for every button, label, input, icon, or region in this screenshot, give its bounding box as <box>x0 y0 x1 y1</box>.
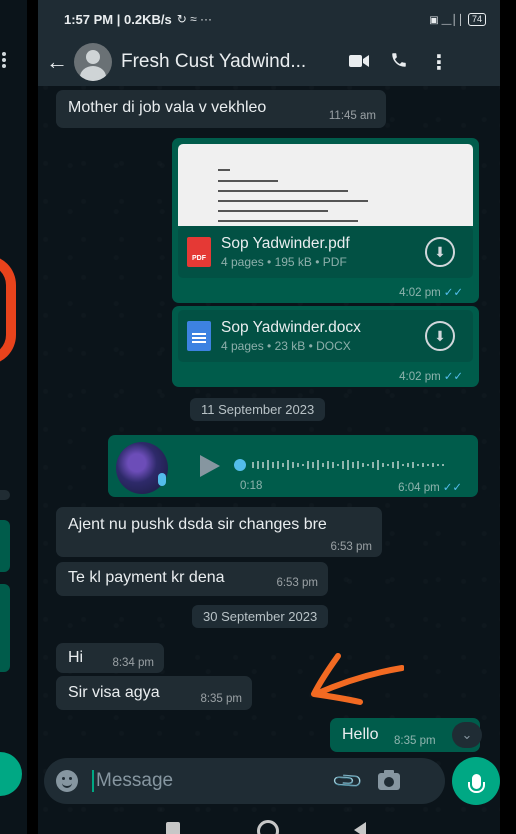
partial-bubble <box>0 490 10 500</box>
chat-header: ← Fresh Cust Yadwind... ⋮ <box>38 38 500 86</box>
scroll-to-bottom-button[interactable]: ⌄ <box>452 722 482 748</box>
message-text: Te kl payment kr dena <box>68 569 225 586</box>
message-text: Sir visa agya <box>68 684 160 701</box>
contact-avatar[interactable] <box>74 43 112 81</box>
paperclip-icon[interactable]: 📎 <box>324 757 373 806</box>
document-name: Sop Yadwinder.docx <box>221 319 361 336</box>
more-vertical-icon <box>2 52 8 68</box>
system-navigation-bar <box>38 812 500 834</box>
message-time: 11:45 am <box>328 110 376 122</box>
message-outgoing-document[interactable]: Sop Yadwinder.docx 4 pages • 23 kB • DOC… <box>172 306 479 387</box>
arrow-left-icon[interactable]: ← <box>46 49 72 75</box>
back-triangle-icon[interactable] <box>354 822 366 834</box>
playback-scrubber[interactable] <box>234 459 246 471</box>
message-outgoing-voice[interactable]: 0:18 6:04 pm ✓✓ <box>108 435 478 497</box>
pdf-file-icon: PDF <box>187 237 211 267</box>
partial-bubble <box>0 520 10 572</box>
message-incoming[interactable]: Te kl payment kr dena 6:53 pm <box>56 562 328 596</box>
video-camera-icon[interactable] <box>339 52 379 73</box>
phone-icon[interactable] <box>379 51 419 74</box>
message-text: Mother di job vala v vekhleo <box>68 99 267 116</box>
date-separator: 30 September 2023 <box>192 605 329 628</box>
document-details: 4 pages • 195 kB • PDF <box>221 255 347 269</box>
more-vertical-icon[interactable]: ⋮ <box>419 50 459 75</box>
message-outgoing-documents[interactable]: PDF Sop Yadwinder.pdf 4 pages • 195 kB •… <box>172 138 479 303</box>
message-time: 6:53 pm <box>276 577 318 589</box>
status-bar: 1:57 PM | 0.2KB/s ↻ ≈ ··· ▣ ⸏││ 74 <box>38 0 500 38</box>
message-time: 4:02 pm ✓✓ <box>399 369 463 383</box>
contact-name[interactable]: Fresh Cust Yadwind... <box>121 51 339 73</box>
document-name: Sop Yadwinder.pdf <box>221 235 350 252</box>
microphone-icon <box>158 473 166 486</box>
time-text: 4:02 pm <box>399 371 441 383</box>
download-icon[interactable]: ⬇ <box>425 321 455 351</box>
play-icon[interactable] <box>200 455 220 477</box>
voice-waveform[interactable] <box>234 457 454 473</box>
home-icon[interactable] <box>257 820 279 834</box>
battery-icon: 74 <box>467 12 486 26</box>
message-time: 4:02 pm ✓✓ <box>399 285 463 299</box>
status-right: ▣ ⸏││ 74 <box>429 12 486 26</box>
document-info: Sop Yadwinder.pdf 4 pages • 195 kB • PDF <box>221 235 425 269</box>
camera-icon[interactable] <box>378 769 400 790</box>
document-info: Sop Yadwinder.docx 4 pages • 23 kB • DOC… <box>221 319 425 353</box>
message-time: 8:34 pm <box>112 657 154 669</box>
status-icons: ↻ ≈ ··· <box>176 12 212 26</box>
message-time: 6:53 pm <box>330 541 372 553</box>
left-partial-screenshot <box>0 0 27 834</box>
emoji-icon[interactable] <box>56 770 78 792</box>
document-details: 4 pages • 23 kB • DOCX <box>221 339 351 353</box>
status-time: 1:57 PM | 0.2KB/s <box>64 11 172 27</box>
date-separator: 11 September 2023 <box>190 398 326 421</box>
message-incoming[interactable]: Sir visa agya 8:35 pm <box>56 676 252 710</box>
recents-icon[interactable] <box>166 822 180 834</box>
pdf-preview-image[interactable] <box>178 144 473 226</box>
message-input[interactable] <box>96 770 326 792</box>
mic-button-partial <box>0 752 22 796</box>
signal-icon: ▣ ⸏││ <box>429 15 464 26</box>
message-incoming[interactable]: Hi 8:34 pm <box>56 643 164 673</box>
message-composer: 📎 <box>44 758 445 804</box>
text-cursor <box>92 770 94 792</box>
download-icon[interactable]: ⬇ <box>425 237 455 267</box>
message-text: Ajent nu pushk dsda sir changes bre <box>68 516 327 533</box>
time-text: 6:04 pm <box>398 482 440 494</box>
message-text: Hi <box>68 649 84 666</box>
microphone-icon <box>467 773 485 793</box>
microphone-button[interactable] <box>452 757 500 805</box>
annotation-arrow-icon <box>311 653 404 705</box>
read-receipt-icon: ✓✓ <box>443 287 463 299</box>
read-receipt-icon: ✓✓ <box>443 371 463 383</box>
pdf-icon-label: PDF <box>192 255 206 262</box>
message-time: 8:35 pm <box>200 693 242 705</box>
voice-sender-avatar <box>116 442 168 494</box>
message-text: Hello <box>342 726 379 743</box>
docx-file-icon <box>187 321 211 351</box>
document-row-pdf[interactable]: PDF Sop Yadwinder.pdf 4 pages • 195 kB •… <box>178 226 473 278</box>
message-time: 8:35 pm <box>394 735 436 747</box>
message-incoming[interactable]: Mother di job vala v vekhleo 11:45 am <box>56 90 386 128</box>
partial-bubble <box>0 584 10 672</box>
whatsapp-chat-screen: 1:57 PM | 0.2KB/s ↻ ≈ ··· ▣ ⸏││ 74 ← Fre… <box>38 0 500 834</box>
voice-duration: 0:18 <box>240 480 263 492</box>
document-row-docx[interactable]: Sop Yadwinder.docx 4 pages • 23 kB • DOC… <box>178 310 473 362</box>
time-text: 4:02 pm <box>399 287 441 299</box>
message-time: 6:04 pm ✓✓ <box>398 480 462 494</box>
annotation-scribble <box>0 255 16 365</box>
read-receipt-icon: ✓✓ <box>442 482 462 494</box>
message-incoming[interactable]: Ajent nu pushk dsda sir changes bre 6:53… <box>56 507 382 557</box>
